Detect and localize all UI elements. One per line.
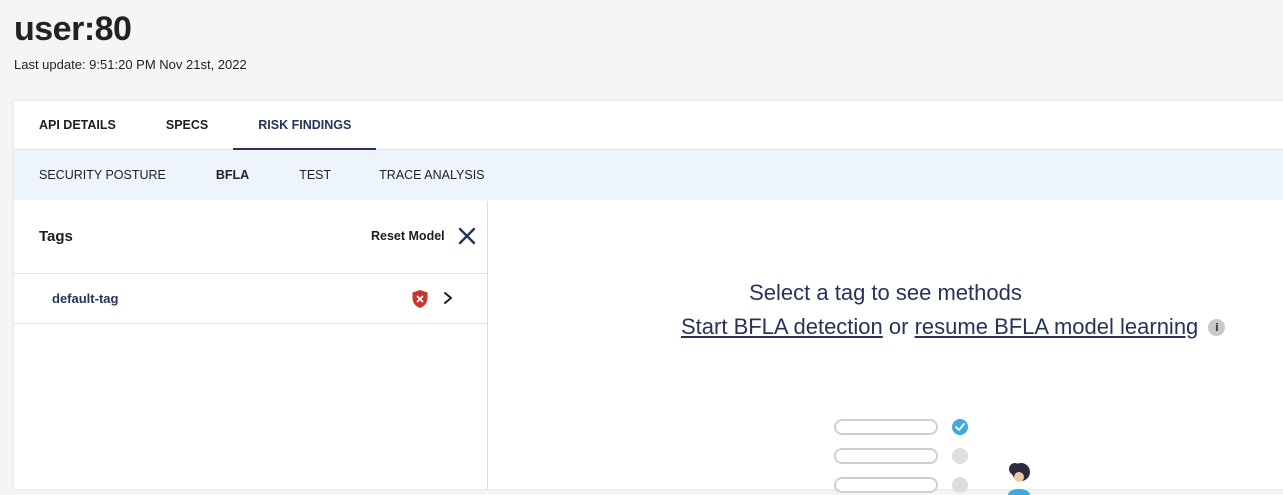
tab-api-details[interactable]: API DETAILS bbox=[39, 101, 116, 149]
tags-panel-header: Tags Reset Model bbox=[14, 201, 487, 274]
methods-panel: Select a tag to see methods Start BFLA d… bbox=[488, 201, 1283, 495]
info-icon[interactable]: i bbox=[1208, 319, 1226, 336]
empty-state-illustration bbox=[834, 419, 1030, 495]
last-update-text: Last update: 9:51:20 PM Nov 21st, 2022 bbox=[14, 57, 247, 72]
empty-state-title: Select a tag to see methods bbox=[749, 280, 1022, 305]
empty-state-actions: Start BFLA detection or resume BFLA mode… bbox=[681, 314, 1226, 340]
or-text: or bbox=[888, 314, 909, 339]
tab-risk-findings[interactable]: RISK FINDINGS bbox=[233, 101, 377, 150]
shield-x-icon bbox=[412, 290, 428, 308]
subtab-trace-analysis[interactable]: TRACE ANALYSIS bbox=[379, 168, 484, 182]
close-icon[interactable] bbox=[458, 227, 476, 245]
subtab-security-posture[interactable]: SECURITY POSTURE bbox=[39, 168, 166, 182]
tags-panel: Tags Reset Model default-tag bbox=[14, 201, 488, 489]
tag-row[interactable]: default-tag bbox=[14, 274, 487, 324]
resume-bfla-learning-link[interactable]: resume BFLA model learning bbox=[915, 314, 1199, 339]
subtab-test[interactable]: TEST bbox=[299, 168, 331, 182]
tags-title: Tags bbox=[39, 228, 73, 245]
chevron-right-icon[interactable] bbox=[442, 291, 454, 305]
reset-model-button[interactable]: Reset Model bbox=[371, 229, 445, 243]
tab-specs[interactable]: SPECS bbox=[166, 101, 208, 149]
subtab-bfla[interactable]: BFLA bbox=[216, 168, 249, 182]
sub-tabs: SECURITY POSTURE BFLA TEST TRACE ANALYSI… bbox=[14, 150, 1283, 200]
start-bfla-detection-link[interactable]: Start BFLA detection bbox=[681, 314, 883, 339]
main-tabs: API DETAILS SPECS RISK FINDINGS bbox=[14, 101, 1283, 150]
page-title: user:80 bbox=[14, 10, 132, 48]
tag-name: default-tag bbox=[52, 291, 119, 306]
details-card: API DETAILS SPECS RISK FINDINGS SECURITY… bbox=[14, 101, 1283, 495]
